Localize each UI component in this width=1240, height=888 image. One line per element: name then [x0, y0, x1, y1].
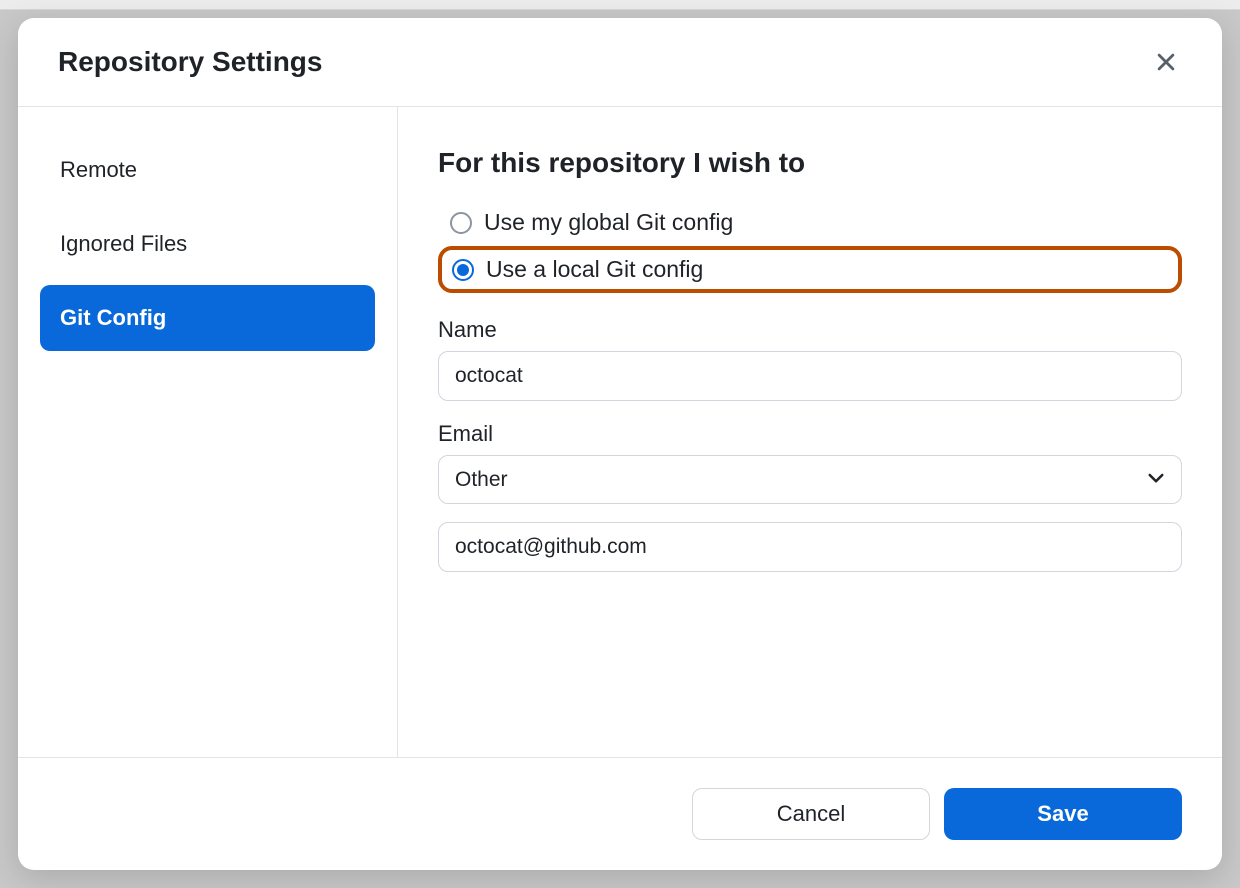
- sidebar-item-remote[interactable]: Remote: [40, 137, 375, 203]
- radio-local-config[interactable]: Use a local Git config: [438, 246, 1182, 293]
- bg-decoration: [270, 0, 1240, 10]
- sidebar-item-label: Remote: [60, 157, 137, 182]
- email-field: Email Other: [438, 421, 1182, 572]
- name-field: Name: [438, 317, 1182, 401]
- name-input[interactable]: [438, 351, 1182, 401]
- radio-label: Use my global Git config: [484, 209, 733, 236]
- sidebar-item-git-config[interactable]: Git Config: [40, 285, 375, 351]
- email-select[interactable]: Other: [438, 455, 1182, 504]
- sidebar: Remote Ignored Files Git Config: [18, 107, 398, 757]
- email-input[interactable]: [438, 522, 1182, 572]
- radio-icon: [452, 259, 474, 281]
- modal-body: Remote Ignored Files Git Config For this…: [18, 107, 1222, 757]
- radio-global-config[interactable]: Use my global Git config: [442, 203, 1182, 242]
- name-label: Name: [438, 317, 1182, 343]
- radio-label: Use a local Git config: [486, 256, 703, 283]
- save-button[interactable]: Save: [944, 788, 1182, 840]
- sidebar-item-label: Git Config: [60, 305, 166, 330]
- content-heading: For this repository I wish to: [438, 147, 1182, 179]
- modal-title: Repository Settings: [58, 46, 322, 78]
- close-icon: [1155, 51, 1177, 73]
- sidebar-item-label: Ignored Files: [60, 231, 187, 256]
- radio-icon: [450, 212, 472, 234]
- email-select-wrapper: Other: [438, 455, 1182, 504]
- radio-dot-icon: [457, 264, 469, 276]
- cancel-button[interactable]: Cancel: [692, 788, 930, 840]
- modal-header: Repository Settings: [18, 18, 1222, 107]
- close-button[interactable]: [1150, 46, 1182, 78]
- git-config-radio-group: Use my global Git config Use a local Git…: [438, 203, 1182, 293]
- bg-decoration: [0, 0, 270, 10]
- sidebar-item-ignored-files[interactable]: Ignored Files: [40, 211, 375, 277]
- email-label: Email: [438, 421, 1182, 447]
- content-panel: For this repository I wish to Use my glo…: [398, 107, 1222, 757]
- repository-settings-modal: Repository Settings Remote Ignored Files…: [18, 18, 1222, 870]
- modal-footer: Cancel Save: [18, 757, 1222, 870]
